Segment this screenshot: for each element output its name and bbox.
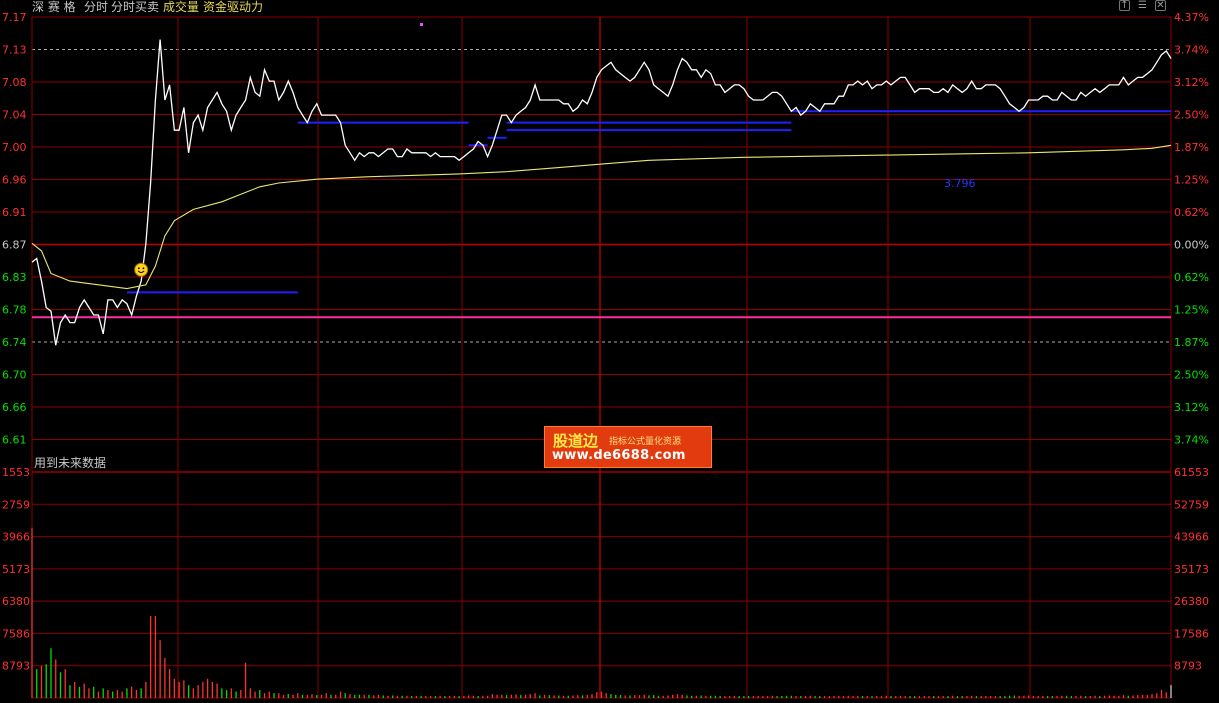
smiley-eye bbox=[142, 267, 145, 270]
price-tick-right: 0.62% bbox=[1174, 206, 1209, 219]
price-tick-left: 7.04 bbox=[2, 109, 27, 122]
price-tick-right: 1.25% bbox=[1174, 174, 1209, 187]
price-tick-right: 0.00% bbox=[1174, 239, 1209, 252]
tab-timeshare[interactable]: 分时 bbox=[84, 0, 108, 15]
volume-tick-right: 52759 bbox=[1174, 498, 1209, 511]
volume-tick-left: 8793 bbox=[2, 660, 30, 673]
price-tick-left: 6.70 bbox=[2, 369, 27, 382]
volume-tick-left: 2759 bbox=[2, 498, 30, 511]
price-tick-right: 0.62% bbox=[1174, 271, 1209, 284]
price-line bbox=[31, 39, 1172, 346]
price-tick-left: 7.13 bbox=[2, 44, 27, 57]
menu-lines-icon[interactable]: ☰ bbox=[1137, 0, 1148, 11]
arrow-up-circle-icon[interactable]: ↑ bbox=[1119, 0, 1130, 11]
watermark-subtitle: 指标公式量化资源 bbox=[609, 437, 682, 447]
volume-tick-right: 26380 bbox=[1174, 595, 1209, 608]
volume-tick-right: 8793 bbox=[1174, 660, 1202, 673]
price-tick-left: 7.00 bbox=[2, 141, 27, 154]
price-tick-right: 3.74% bbox=[1174, 44, 1209, 57]
volume-tick-right: 61553 bbox=[1174, 466, 1209, 479]
smiley-icon bbox=[134, 262, 149, 277]
price-tick-left: 6.96 bbox=[2, 174, 27, 187]
price-tick-right: 3.12% bbox=[1174, 401, 1209, 414]
volume-tick-right: 17586 bbox=[1174, 627, 1209, 640]
chart-frame bbox=[31, 16, 1172, 699]
tab-timeshare-trades[interactable]: 分时买卖 bbox=[111, 0, 159, 15]
tab-volume[interactable]: 成交量 bbox=[163, 0, 199, 15]
price-tick-left: 6.91 bbox=[2, 206, 27, 219]
intraday-chart[interactable]: 7.17 4.37%7.13 3.74%7.08 3.12%7.04 2.50%7.00… bbox=[0, 0, 1219, 703]
volume-tick-left: 1553 bbox=[2, 466, 30, 479]
price-tick-left: 6.78 bbox=[2, 304, 27, 317]
price-tick-left: 6.83 bbox=[2, 271, 27, 284]
volume-tick-left: 7586 bbox=[2, 627, 30, 640]
average-line bbox=[31, 144, 1172, 290]
price-tick-right: 1.25% bbox=[1174, 304, 1209, 317]
price-tick-left: 6.74 bbox=[2, 336, 27, 349]
volume-tick-right: 35173 bbox=[1174, 563, 1209, 576]
price-tick-left: 6.87 bbox=[2, 239, 27, 252]
chart-header: 深 赛 格 分时 分时买卖 成交量 资金驱动力 ↑ ☰ ✕ bbox=[0, 0, 1219, 15]
annotation-label: 3.796 bbox=[944, 177, 976, 190]
close-icon[interactable]: ✕ bbox=[1155, 0, 1166, 11]
volume-tick-left: 3966 bbox=[2, 531, 30, 544]
price-tick-left: 6.61 bbox=[2, 434, 27, 447]
watermark-logo: 股道边 指标公式量化资源 www.de6688.com bbox=[544, 426, 712, 468]
volume-panel-label: 用到未来数据 bbox=[34, 455, 106, 470]
price-tick-right: 1.87% bbox=[1174, 336, 1209, 349]
stock-name: 深 赛 格 bbox=[32, 0, 76, 14]
smiley-face bbox=[134, 262, 149, 277]
volume-tick-left: 6380 bbox=[2, 595, 30, 608]
signal-dot bbox=[420, 23, 423, 26]
price-tick-right: 3.74% bbox=[1174, 434, 1209, 447]
smiley-eye bbox=[137, 267, 140, 270]
watermark-url: www.de6688.com bbox=[552, 448, 686, 463]
price-tick-right: 1.87% bbox=[1174, 141, 1209, 154]
volume-tick-right: 43966 bbox=[1174, 531, 1209, 544]
tab-capital-drive[interactable]: 资金驱动力 bbox=[203, 0, 263, 15]
price-tick-left: 6.66 bbox=[2, 401, 27, 414]
price-tick-left: 7.08 bbox=[2, 76, 27, 89]
price-tick-right: 2.50% bbox=[1174, 109, 1209, 122]
price-tick-right: 3.12% bbox=[1174, 76, 1209, 89]
price-tick-right: 2.50% bbox=[1174, 369, 1209, 382]
volume-tick-left: 5173 bbox=[2, 563, 30, 576]
